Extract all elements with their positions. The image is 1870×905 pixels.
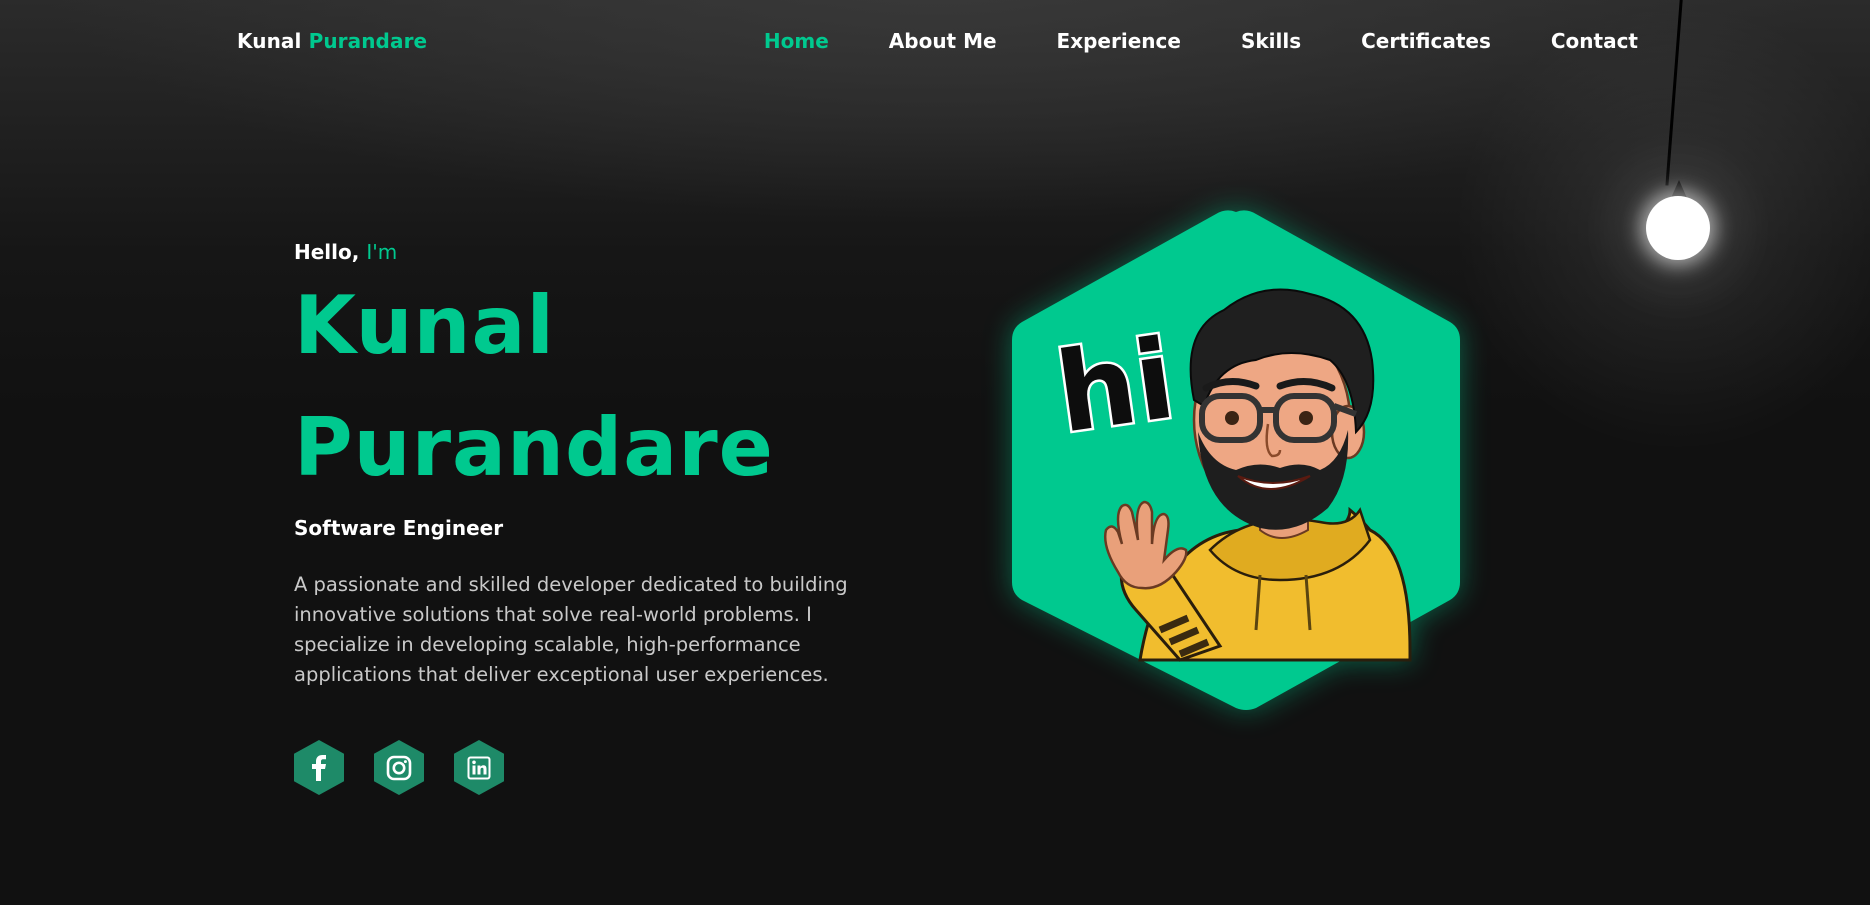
nav-contact[interactable]: Contact <box>1551 29 1638 53</box>
hero-role: Software Engineer <box>294 516 504 540</box>
nav-experience[interactable]: Experience <box>1057 29 1181 53</box>
nav-certificates[interactable]: Certificates <box>1361 29 1491 53</box>
hero-name-line2: Purandare <box>294 401 774 494</box>
hero-greeting: Hello, I'm <box>294 240 894 264</box>
facebook-link[interactable] <box>294 740 344 795</box>
linkedin-link[interactable] <box>454 740 504 795</box>
instagram-icon <box>386 755 412 780</box>
site-logo[interactable]: Kunal Purandare <box>237 29 427 53</box>
avatar-illustration: hi <box>1012 210 1460 710</box>
avatar-hexagon: hi <box>1010 210 1462 710</box>
instagram-link[interactable] <box>374 740 424 795</box>
nav-about-me[interactable]: About Me <box>889 29 997 53</box>
avatar-eye-left <box>1225 411 1239 425</box>
logo-last-name: Purandare <box>308 29 428 53</box>
bulb-cord <box>1665 0 1683 186</box>
page: Kunal Purandare Home About Me Experience… <box>0 0 1870 905</box>
greeting-accent: I'm <box>366 240 398 264</box>
avatar-caption: hi <box>1049 315 1182 458</box>
facebook-icon <box>312 754 326 781</box>
hero-section: Hello, I'm Kunal Purandare Software Engi… <box>294 240 894 690</box>
logo-first-name: Kunal <box>237 29 302 53</box>
hero-description: A passionate and skilled developer dedic… <box>294 573 848 686</box>
greeting-text: Hello, <box>294 240 360 264</box>
linkedin-icon <box>467 756 491 779</box>
nav-skills[interactable]: Skills <box>1241 29 1301 53</box>
avatar-eye-right <box>1299 411 1313 425</box>
main-nav: Home About Me Experience Skills Certific… <box>764 29 1638 53</box>
hero-name-line1: Kunal <box>294 279 555 372</box>
nav-home[interactable]: Home <box>764 29 829 53</box>
social-links <box>294 740 504 795</box>
light-bulb-icon[interactable] <box>1646 196 1710 260</box>
